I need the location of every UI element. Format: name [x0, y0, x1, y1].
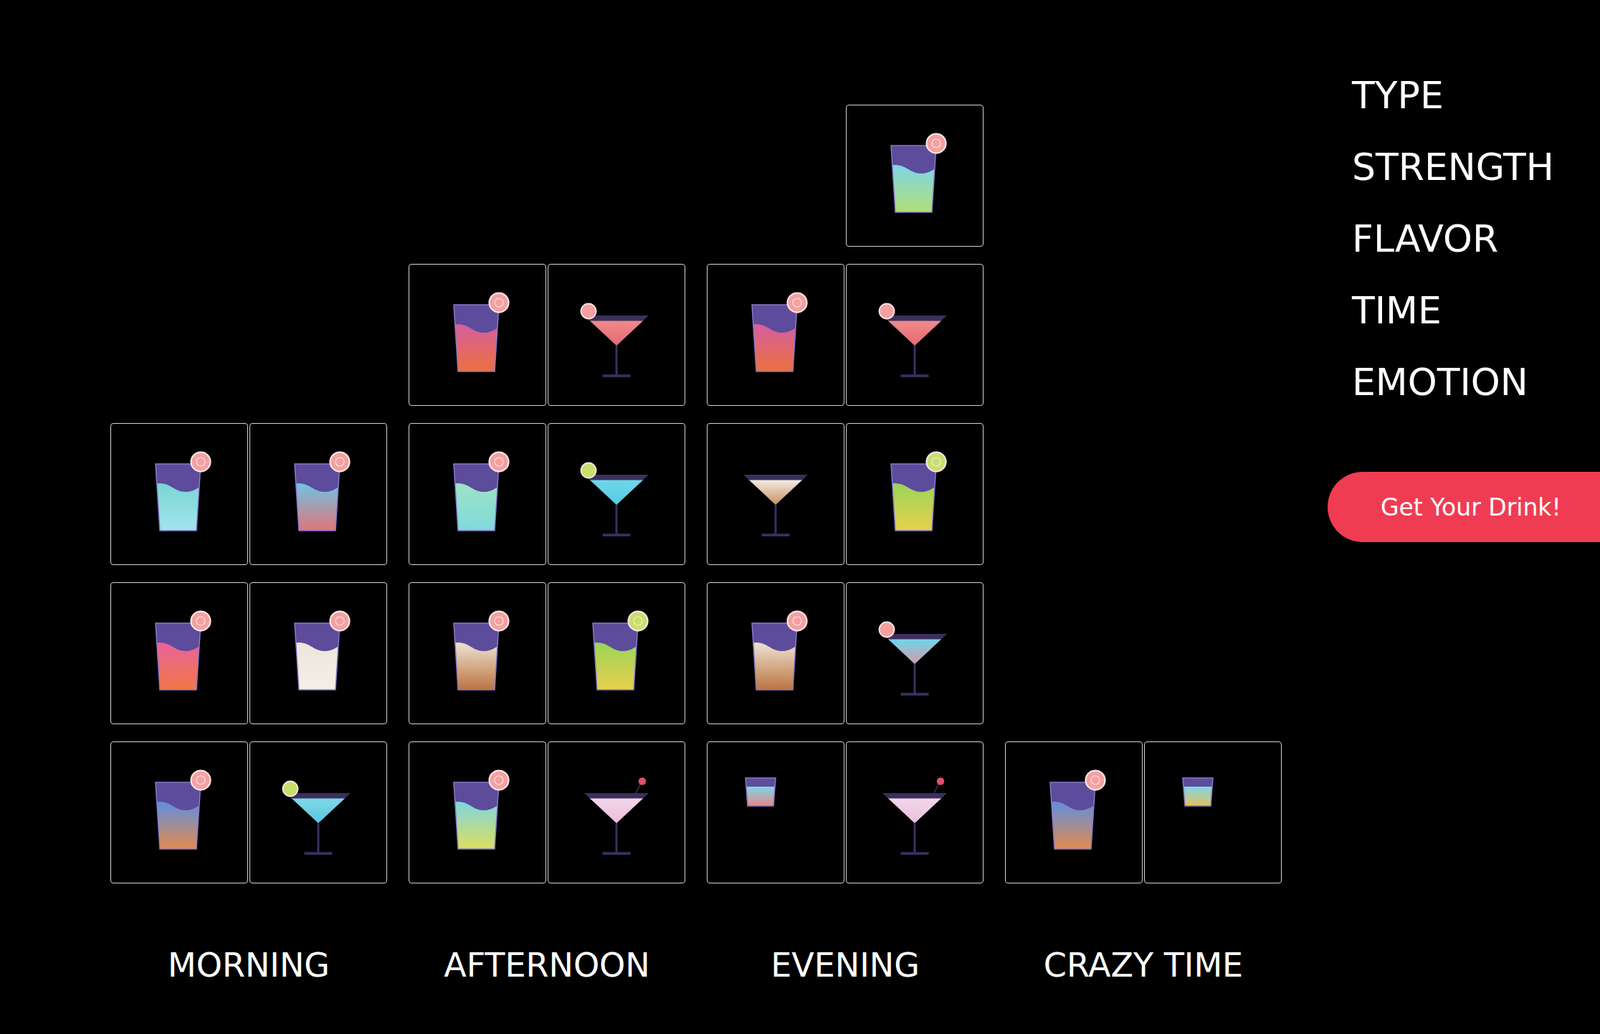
- highball-glass-icon: [125, 758, 233, 866]
- drink-row: [706, 741, 984, 884]
- filter-panel: TYPE STRENGTH FLAVOR TIME EMOTION Get Your Dr…: [1327, 0, 1600, 1034]
- drink-card[interactable]: [249, 582, 388, 725]
- drink-grid: [110, 104, 1282, 884]
- highball-glass-icon: [423, 758, 532, 866]
- filter-item[interactable]: TYPE: [1351, 74, 1600, 117]
- drink-row: [408, 422, 686, 565]
- highball-glass-icon: [125, 440, 233, 548]
- drink-row: [408, 263, 686, 406]
- drink-card[interactable]: [845, 422, 984, 565]
- highball-glass-icon: [860, 121, 969, 230]
- drink-card[interactable]: [845, 741, 984, 884]
- drink-card[interactable]: [706, 263, 845, 406]
- highball-glass-icon: [721, 281, 830, 389]
- drink-card[interactable]: [706, 422, 845, 565]
- highball-glass-icon: [1020, 758, 1128, 866]
- rocks-glass-icon: [1159, 758, 1267, 866]
- drink-card[interactable]: [408, 263, 547, 406]
- drink-card[interactable]: [845, 582, 984, 725]
- drink-card[interactable]: [845, 104, 984, 247]
- drink-card[interactable]: [110, 741, 249, 884]
- rocks-glass-icon: [721, 758, 830, 866]
- time-column: [1005, 741, 1282, 884]
- highball-glass-icon: [423, 281, 532, 389]
- martini-glass-icon: [562, 440, 671, 548]
- drink-card[interactable]: [408, 741, 547, 884]
- drink-row: [706, 104, 984, 247]
- martini-glass-icon: [721, 440, 830, 548]
- highball-glass-icon: [860, 440, 969, 548]
- time-column: [408, 263, 686, 884]
- filter-item[interactable]: TIME: [1351, 289, 1600, 332]
- time-column: [110, 422, 388, 884]
- martini-glass-icon: [562, 281, 671, 389]
- time-labels: MORNING AFTERNOON EVENING CRAZY TIME: [110, 943, 1282, 987]
- drink-card[interactable]: [547, 263, 686, 406]
- get-drink-button[interactable]: Get Your Drink!: [1327, 471, 1600, 542]
- drink-card[interactable]: [408, 422, 547, 565]
- drink-row: [110, 422, 388, 565]
- filter-list: TYPE STRENGTH FLAVOR TIME EMOTION: [1327, 74, 1600, 403]
- drink-card[interactable]: [547, 741, 686, 884]
- martini-glass-icon: [860, 758, 969, 866]
- drink-row: [408, 582, 686, 725]
- martini-glass-icon: [562, 758, 671, 866]
- drink-row: [408, 741, 686, 884]
- martini-glass-icon: [860, 281, 969, 389]
- filter-item[interactable]: FLAVOR: [1351, 217, 1600, 260]
- highball-glass-icon: [125, 599, 233, 707]
- drink-row: [1005, 741, 1282, 884]
- drink-card[interactable]: [1005, 741, 1143, 884]
- drink-card[interactable]: [706, 741, 845, 884]
- highball-glass-icon: [423, 440, 532, 548]
- filter-item[interactable]: EMOTION: [1351, 361, 1600, 403]
- drink-row: [110, 741, 388, 884]
- drink-card[interactable]: [249, 741, 388, 884]
- time-column: [706, 104, 984, 884]
- drink-card[interactable]: [547, 582, 686, 725]
- drink-row: [110, 582, 388, 725]
- drink-card[interactable]: [249, 422, 388, 565]
- drink-card[interactable]: [706, 582, 845, 725]
- drink-card[interactable]: [110, 422, 249, 565]
- martini-glass-icon: [264, 758, 373, 866]
- time-label: EVENING: [706, 943, 984, 987]
- time-label: MORNING: [110, 943, 388, 987]
- drink-card[interactable]: [1144, 741, 1282, 884]
- highball-glass-icon: [264, 440, 373, 548]
- highball-glass-icon: [721, 599, 830, 707]
- highball-glass-icon: [264, 599, 373, 707]
- drink-card[interactable]: [110, 582, 249, 725]
- drink-card[interactable]: [547, 422, 686, 565]
- martini-glass-icon: [860, 599, 969, 707]
- drink-row: [706, 422, 984, 565]
- drink-board: MORNING AFTERNOON EVENING CRAZY TIME: [0, 0, 1282, 1034]
- time-label: CRAZY TIME: [1005, 943, 1282, 987]
- drink-card[interactable]: [845, 263, 984, 406]
- highball-glass-icon: [562, 599, 671, 707]
- drink-row: [706, 263, 984, 406]
- highball-glass-icon: [423, 599, 532, 707]
- time-label: AFTERNOON: [408, 943, 686, 987]
- filter-item[interactable]: STRENGTH: [1351, 146, 1600, 188]
- drink-row: [706, 582, 984, 725]
- drink-card[interactable]: [408, 582, 547, 725]
